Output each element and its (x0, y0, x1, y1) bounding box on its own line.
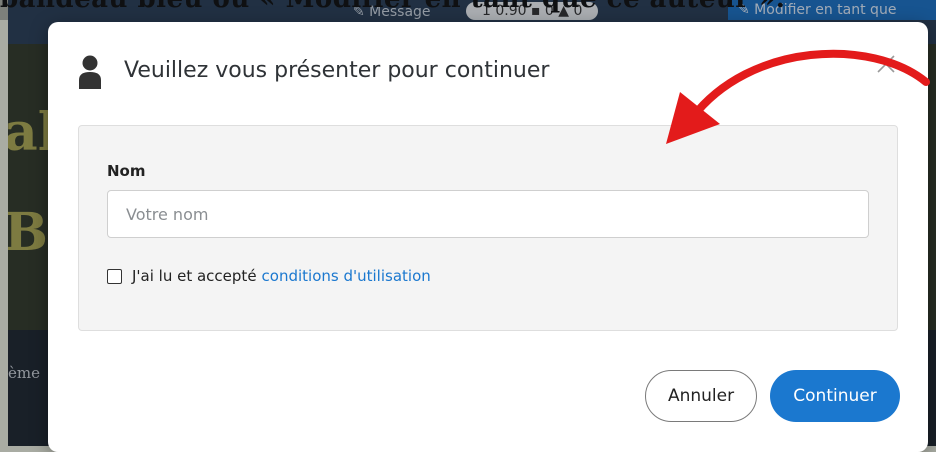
terms-checkbox[interactable] (107, 268, 122, 284)
terms-link[interactable]: conditions d'utilisation (262, 267, 431, 285)
name-input[interactable] (107, 190, 869, 238)
name-label: Nom (107, 162, 146, 180)
terms-row: J'ai lu et accepté conditions d'utilisat… (107, 266, 431, 286)
continue-button[interactable]: Continuer (770, 370, 900, 422)
user-icon (79, 55, 101, 89)
curved-arrow-annotation (666, 49, 930, 144)
cancel-button[interactable]: Annuler (645, 370, 757, 422)
terms-label: J'ai lu et accepté (132, 267, 257, 285)
modal-title: Veuillez vous présenter pour continuer (124, 58, 550, 83)
background-left-edge (0, 20, 8, 446)
